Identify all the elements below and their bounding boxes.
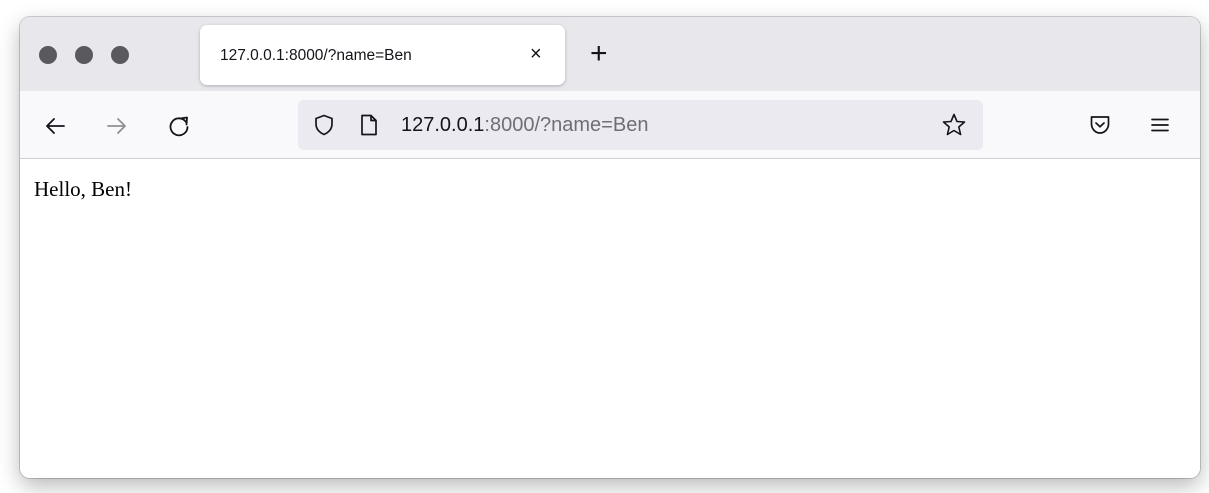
navigation-toolbar: 127.0.0.1:8000/?name=Ben bbox=[20, 91, 1200, 159]
zoom-window-button[interactable] bbox=[111, 46, 129, 64]
tab-active[interactable]: 127.0.0.1:8000/?name=Ben × bbox=[200, 25, 565, 85]
shield-icon[interactable] bbox=[312, 113, 336, 137]
close-window-button[interactable] bbox=[39, 46, 57, 64]
page-icon[interactable] bbox=[358, 113, 380, 137]
pocket-icon[interactable] bbox=[1088, 113, 1112, 137]
minimize-window-button[interactable] bbox=[75, 46, 93, 64]
tab-title: 127.0.0.1:8000/?name=Ben bbox=[220, 47, 412, 64]
url-bar[interactable]: 127.0.0.1:8000/?name=Ben bbox=[298, 100, 983, 150]
bookmark-star-icon[interactable] bbox=[941, 112, 967, 138]
close-tab-icon[interactable]: × bbox=[530, 44, 542, 64]
back-arrow-icon[interactable] bbox=[42, 113, 68, 139]
tab-bar: 127.0.0.1:8000/?name=Ben × + bbox=[20, 17, 1200, 91]
reload-icon[interactable] bbox=[166, 113, 192, 139]
browser-window: 127.0.0.1:8000/?name=Ben × + 127.0.0.1:8… bbox=[20, 17, 1200, 478]
page-greeting: Hello, Ben! bbox=[34, 177, 132, 201]
url-text[interactable]: 127.0.0.1:8000/?name=Ben bbox=[401, 114, 648, 137]
new-tab-button[interactable]: + bbox=[590, 39, 608, 69]
page-content: Hello, Ben! bbox=[20, 159, 1200, 478]
url-path: :8000/?name=Ben bbox=[484, 114, 649, 136]
forward-arrow-icon[interactable] bbox=[104, 113, 130, 139]
menu-icon[interactable] bbox=[1148, 113, 1172, 137]
url-host: 127.0.0.1 bbox=[401, 114, 485, 136]
